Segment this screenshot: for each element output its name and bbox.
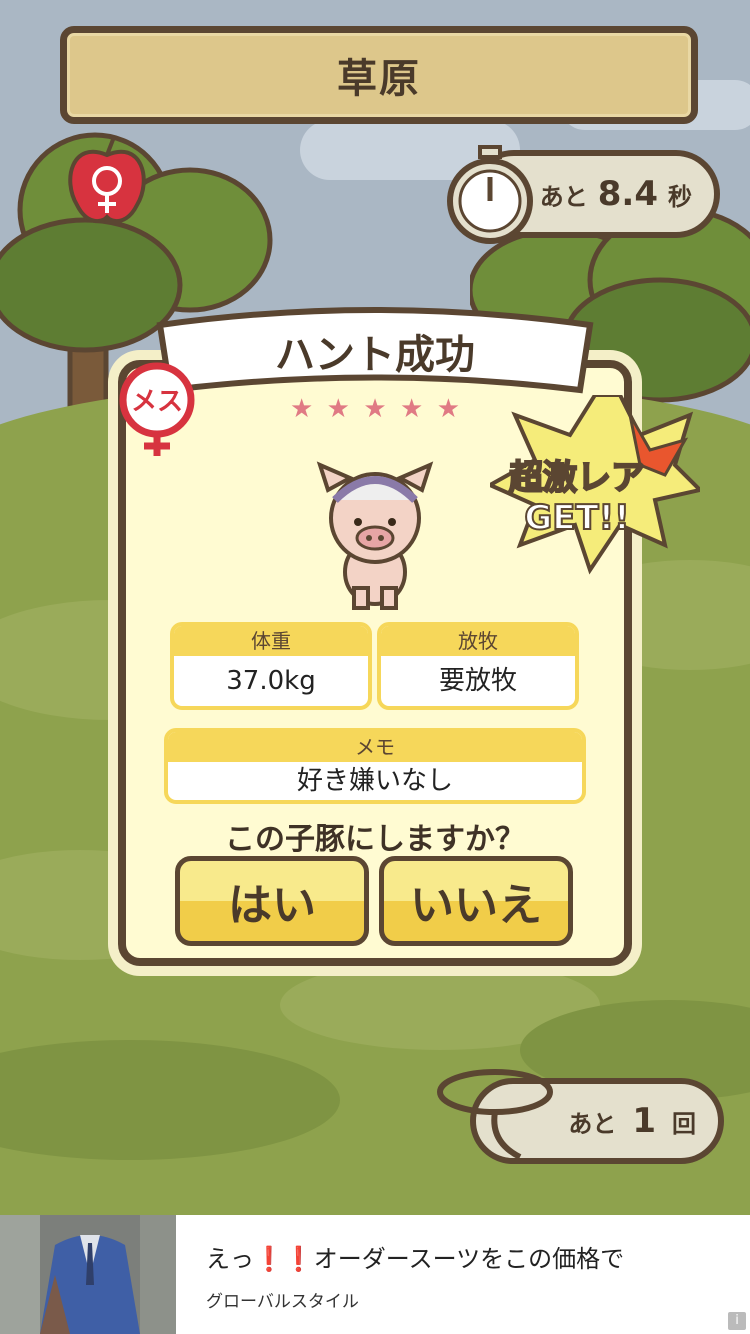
remaining-unit: 回 — [672, 1109, 696, 1138]
timer-prefix: あと — [539, 183, 588, 211]
star-icon: ★ — [326, 394, 350, 424]
weight-value: 37.0kg — [226, 666, 316, 696]
timer-unit: 秒 — [668, 183, 692, 211]
memo-stat: メモ 好き嫌いなし — [164, 728, 586, 804]
super-rare-line2: GET!! — [523, 497, 630, 539]
stopwatch-icon — [447, 145, 533, 244]
ad-sponsor: グローバルスタイル — [206, 1292, 359, 1312]
piglet-character[interactable] — [310, 460, 440, 610]
rarity-stars: ★ ★ ★ ★ ★ — [290, 394, 460, 424]
result-title: ハント成功 — [275, 332, 475, 378]
super-rare-line1: 超激レア — [508, 457, 646, 499]
yes-button[interactable]: はい — [175, 856, 369, 946]
memo-value: 好き嫌いなし — [296, 766, 453, 796]
weight-stat: 体重 37.0kg — [170, 622, 372, 710]
lasso-rope-icon — [437, 1069, 553, 1160]
ad-title[interactable]: えっ❗❗オーダースーツをこの価格で — [206, 1239, 624, 1274]
location-board: 草原 — [60, 26, 698, 124]
star-icon: ★ — [290, 394, 314, 424]
star-icon: ★ — [400, 394, 424, 424]
no-button[interactable]: いいえ — [379, 856, 573, 946]
memo-label: メモ — [168, 732, 582, 762]
ad-suit-image[interactable] — [0, 1215, 176, 1334]
female-gender-badge: メス — [119, 362, 195, 456]
grazing-value: 要放牧 — [438, 666, 517, 696]
super-rare-label: 超激レア GET!! — [492, 457, 662, 539]
star-icon: ★ — [363, 394, 387, 424]
grazing-label: 放牧 — [381, 626, 575, 656]
ad-info-icon[interactable]: i — [728, 1312, 746, 1330]
location-title: 草原 — [337, 56, 421, 102]
remaining-value: 1 — [632, 1101, 656, 1141]
grazing-stat: 放牧 要放牧 — [377, 622, 579, 710]
weight-label: 体重 — [174, 626, 368, 656]
female-apple-icon[interactable] — [62, 135, 152, 230]
gender-badge-label: メス — [131, 387, 183, 417]
star-icon: ★ — [436, 394, 460, 424]
confirm-question: この子豚にしますか？ — [225, 822, 525, 857]
remaining-prefix: あと — [568, 1109, 617, 1138]
ad-banner[interactable]: えっ❗❗オーダースーツをこの価格で グローバルスタイル i — [0, 1215, 750, 1334]
timer-value: 8.4 — [597, 174, 658, 214]
